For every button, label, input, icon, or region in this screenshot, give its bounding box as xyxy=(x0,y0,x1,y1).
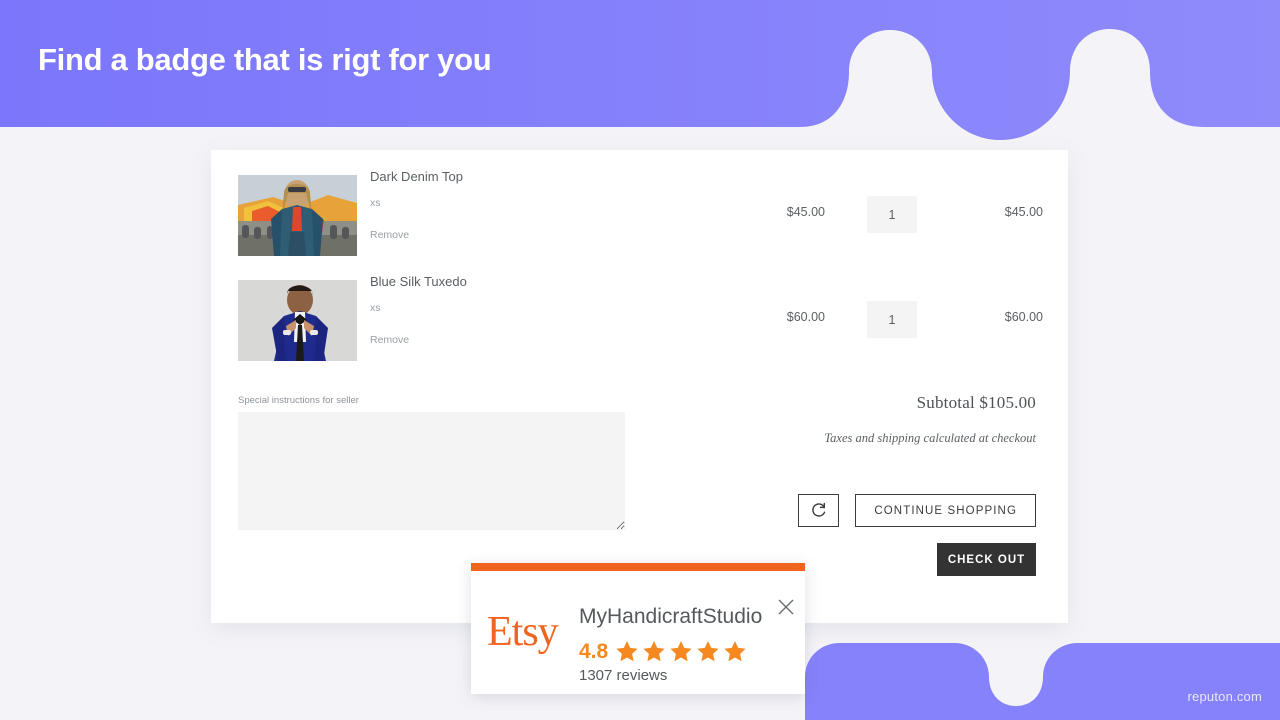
star-icon xyxy=(616,641,638,662)
product-thumbnail-image xyxy=(238,280,357,361)
star-icon xyxy=(724,641,746,662)
etsy-review-badge[interactable]: Etsy MyHandicraftStudio 4.8 1307 reviews xyxy=(471,563,805,694)
cart-actions: CONTINUE SHOPPING xyxy=(798,494,1036,527)
cart-item-row: Blue Silk Tuxedo xs Remove $60.00 1 $60.… xyxy=(238,274,1043,361)
badge-content: Etsy MyHandicraftStudio 4.8 1307 reviews xyxy=(471,571,805,694)
product-title: Dark Denim Top xyxy=(370,169,463,184)
star-icon xyxy=(670,641,692,662)
star-rating xyxy=(615,639,747,663)
page-header: Find a badge that is rigt for you xyxy=(0,0,1280,140)
etsy-logo: Etsy xyxy=(487,609,559,655)
star-icon xyxy=(697,641,719,662)
checkout-button[interactable]: CHECK OUT xyxy=(937,543,1036,576)
quantity-input[interactable]: 1 xyxy=(867,301,917,338)
update-cart-button[interactable] xyxy=(798,494,840,527)
page-title: Find a badge that is rigt for you xyxy=(38,42,492,77)
product-variant: xs xyxy=(370,302,381,314)
rating-row: 4.8 xyxy=(579,639,747,663)
product-line-total: $60.00 xyxy=(1004,310,1043,324)
special-instructions-label: Special instructions for seller xyxy=(238,395,359,406)
product-title: Blue Silk Tuxedo xyxy=(370,274,467,289)
product-variant: xs xyxy=(370,197,381,209)
shop-name: MyHandicraftStudio xyxy=(579,605,763,628)
cart-item-row: Dark Denim Top xs Remove $45.00 1 $45.00 xyxy=(238,169,1043,256)
product-unit-price: $45.00 xyxy=(786,205,825,219)
shopping-cart-card: Dark Denim Top xs Remove $45.00 1 $45.00 xyxy=(211,150,1068,623)
refresh-icon xyxy=(812,502,826,517)
close-badge-button[interactable] xyxy=(776,597,796,617)
special-instructions-input[interactable] xyxy=(238,412,625,530)
rating-value: 4.8 xyxy=(579,639,609,663)
product-thumbnail-image xyxy=(238,175,357,256)
remove-item-link[interactable]: Remove xyxy=(370,334,700,346)
subtotal-amount: Subtotal $105.00 xyxy=(916,393,1036,412)
tax-shipping-note: Taxes and shipping calculated at checkou… xyxy=(824,431,1036,445)
product-unit-price: $60.00 xyxy=(786,310,825,324)
product-info: Blue Silk Tuxedo xs Remove xyxy=(370,274,700,346)
star-icon xyxy=(643,641,665,662)
special-instructions: Special instructions for seller xyxy=(238,395,625,535)
remove-item-link[interactable]: Remove xyxy=(370,229,700,241)
watermark-reputon: reputon.com xyxy=(1187,689,1262,704)
continue-shopping-button[interactable]: CONTINUE SHOPPING xyxy=(855,494,1036,527)
product-info: Dark Denim Top xs Remove xyxy=(370,169,700,241)
close-icon xyxy=(778,599,794,615)
product-line-total: $45.00 xyxy=(1004,205,1043,219)
reviews-count: 1307 reviews xyxy=(579,667,668,684)
screenshot-root: Find a badge that is rigt for you reputo… xyxy=(0,0,1280,720)
quantity-input[interactable]: 1 xyxy=(867,196,917,233)
badge-accent-bar xyxy=(471,563,805,571)
order-summary: Subtotal $105.00 Taxes and shipping calc… xyxy=(824,393,1036,446)
